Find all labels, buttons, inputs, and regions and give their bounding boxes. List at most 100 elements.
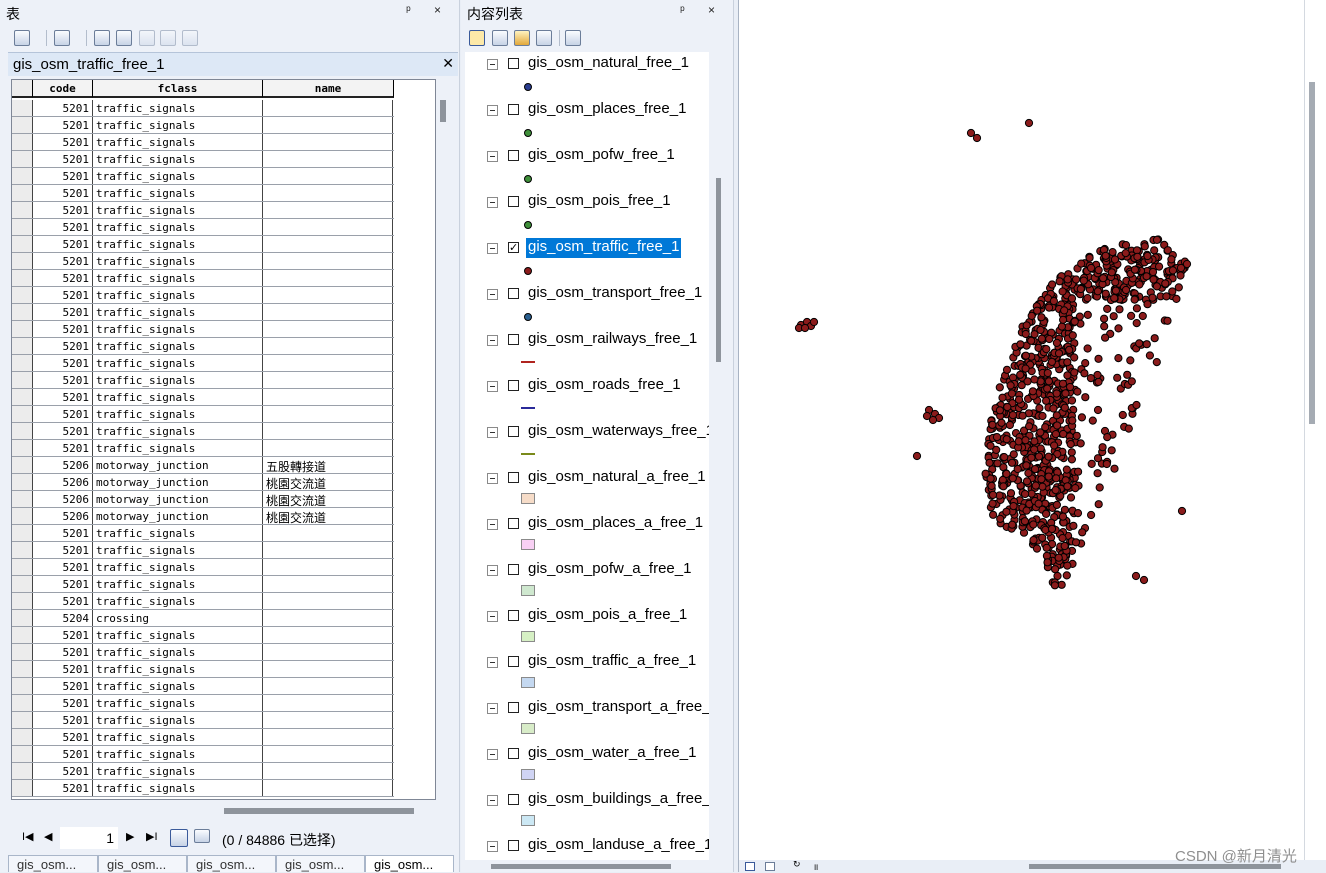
toc-vertical-scrollbar[interactable] xyxy=(716,178,721,362)
row-selector[interactable] xyxy=(12,440,33,456)
row-selector[interactable] xyxy=(12,236,33,252)
cell-name[interactable] xyxy=(263,780,393,796)
cell-fclass[interactable]: traffic_signals xyxy=(93,185,263,201)
show-all-records-icon[interactable] xyxy=(170,829,188,847)
cell-code[interactable]: 5201 xyxy=(33,423,93,439)
table-row[interactable]: 5201 traffic_signals xyxy=(12,100,394,117)
toc-options-icon[interactable] xyxy=(565,30,581,46)
cell-name[interactable] xyxy=(263,440,393,456)
cell-code[interactable]: 5201 xyxy=(33,678,93,694)
table-row[interactable]: 5204 crossing xyxy=(12,610,394,627)
cell-name[interactable] xyxy=(263,372,393,388)
cell-fclass[interactable]: traffic_signals xyxy=(93,372,263,388)
collapse-icon[interactable] xyxy=(487,795,498,806)
delete-selected-icon[interactable] xyxy=(182,30,198,46)
cell-name[interactable] xyxy=(263,134,393,150)
cell-code[interactable]: 5201 xyxy=(33,372,93,388)
row-selector[interactable] xyxy=(12,627,33,643)
table-row[interactable]: 5201 traffic_signals xyxy=(12,678,394,695)
cell-name[interactable] xyxy=(263,304,393,320)
layer-item[interactable]: gis_osm_roads_free_1 xyxy=(465,374,709,420)
cell-code[interactable]: 5206 xyxy=(33,508,93,524)
cell-code[interactable]: 5201 xyxy=(33,355,93,371)
cell-fclass[interactable]: traffic_signals xyxy=(93,219,263,235)
row-selector[interactable] xyxy=(12,389,33,405)
cell-name[interactable] xyxy=(263,712,393,728)
table-row[interactable]: 5201 traffic_signals xyxy=(12,202,394,219)
row-selector[interactable] xyxy=(12,100,33,116)
cell-fclass[interactable]: traffic_signals xyxy=(93,338,263,354)
table-row[interactable]: 5201 traffic_signals xyxy=(12,253,394,270)
row-selector[interactable] xyxy=(12,457,33,473)
collapse-icon[interactable] xyxy=(487,243,498,254)
cell-fclass[interactable]: traffic_signals xyxy=(93,406,263,422)
cell-fclass[interactable]: traffic_signals xyxy=(93,134,263,150)
traffic-points-map[interactable] xyxy=(739,0,1304,858)
cell-code[interactable]: 5204 xyxy=(33,610,93,626)
cell-code[interactable]: 5201 xyxy=(33,406,93,422)
cell-fclass[interactable]: traffic_signals xyxy=(93,168,263,184)
cell-name[interactable] xyxy=(263,610,393,626)
row-selector[interactable] xyxy=(12,355,33,371)
first-record-button[interactable]: I◀ xyxy=(22,830,34,843)
layer-name[interactable]: gis_osm_pois_a_free_1 xyxy=(526,606,689,626)
cell-fclass[interactable]: traffic_signals xyxy=(93,644,263,660)
table-row[interactable]: 5201 traffic_signals xyxy=(12,746,394,763)
layer-name[interactable]: gis_osm_traffic_free_1 xyxy=(526,238,682,258)
table-row[interactable]: 5206 motorway_junction 五股轉接道 xyxy=(12,457,394,474)
layout-view-icon[interactable] xyxy=(765,862,775,871)
cell-fclass[interactable]: traffic_signals xyxy=(93,695,263,711)
layer-item[interactable]: gis_osm_pois_a_free_1 xyxy=(465,604,709,650)
cell-name[interactable] xyxy=(263,406,393,422)
layer-item[interactable]: gis_osm_pofw_a_free_1 xyxy=(465,558,709,604)
cell-code[interactable]: 5201 xyxy=(33,389,93,405)
cell-code[interactable]: 5201 xyxy=(33,168,93,184)
table-row[interactable]: 5201 traffic_signals xyxy=(12,542,394,559)
cell-fclass[interactable]: traffic_signals xyxy=(93,542,263,558)
collapse-icon[interactable] xyxy=(487,197,498,208)
layer-name[interactable]: gis_osm_pofw_a_free_1 xyxy=(526,560,693,580)
cell-name[interactable] xyxy=(263,661,393,677)
record-number-input[interactable]: 1 xyxy=(60,827,118,849)
table-row[interactable]: 5201 traffic_signals xyxy=(12,287,394,304)
cell-fclass[interactable]: traffic_signals xyxy=(93,661,263,677)
cell-code[interactable]: 5201 xyxy=(33,576,93,592)
cell-code[interactable]: 5201 xyxy=(33,627,93,643)
column-header-fclass[interactable]: fclass xyxy=(93,80,263,98)
layer-visibility-checkbox[interactable] xyxy=(508,58,519,69)
cell-fclass[interactable]: traffic_signals xyxy=(93,423,263,439)
row-selector[interactable] xyxy=(12,474,33,490)
cell-code[interactable]: 5201 xyxy=(33,219,93,235)
next-record-button[interactable]: ▶ xyxy=(126,830,134,843)
row-selector[interactable] xyxy=(12,780,33,796)
cell-code[interactable]: 5206 xyxy=(33,457,93,473)
table-tab[interactable]: gis_osm... xyxy=(276,855,365,872)
row-selector[interactable] xyxy=(12,321,33,337)
table-row[interactable]: 5201 traffic_signals xyxy=(12,576,394,593)
close-icon[interactable]: ✕ xyxy=(442,55,454,72)
layer-item[interactable]: gis_osm_pois_free_1 xyxy=(465,190,709,236)
cell-name[interactable] xyxy=(263,185,393,201)
cell-code[interactable]: 5201 xyxy=(33,729,93,745)
collapse-icon[interactable] xyxy=(487,841,498,852)
row-selector[interactable] xyxy=(12,729,33,745)
cell-code[interactable]: 5201 xyxy=(33,287,93,303)
layer-name[interactable]: gis_osm_railways_free_1 xyxy=(526,330,699,350)
table-row[interactable]: 5201 traffic_signals xyxy=(12,338,394,355)
table-row[interactable]: 5201 traffic_signals xyxy=(12,185,394,202)
cell-name[interactable] xyxy=(263,389,393,405)
show-selected-records-icon[interactable] xyxy=(194,829,210,843)
cell-fclass[interactable]: traffic_signals xyxy=(93,355,263,371)
cell-fclass[interactable]: traffic_signals xyxy=(93,117,263,133)
layer-item[interactable]: gis_osm_places_a_free_1 xyxy=(465,512,709,558)
cell-fclass[interactable]: traffic_signals xyxy=(93,236,263,252)
table-horizontal-scrollbar[interactable] xyxy=(224,808,414,814)
cell-code[interactable]: 5201 xyxy=(33,117,93,133)
layer-visibility-checkbox[interactable] xyxy=(508,656,519,667)
cell-fclass[interactable]: traffic_signals xyxy=(93,780,263,796)
row-selector[interactable] xyxy=(12,763,33,779)
table-row[interactable]: 5201 traffic_signals xyxy=(12,593,394,610)
layer-visibility-checkbox[interactable] xyxy=(508,518,519,529)
cell-fclass[interactable]: traffic_signals xyxy=(93,253,263,269)
collapse-icon[interactable] xyxy=(487,151,498,162)
